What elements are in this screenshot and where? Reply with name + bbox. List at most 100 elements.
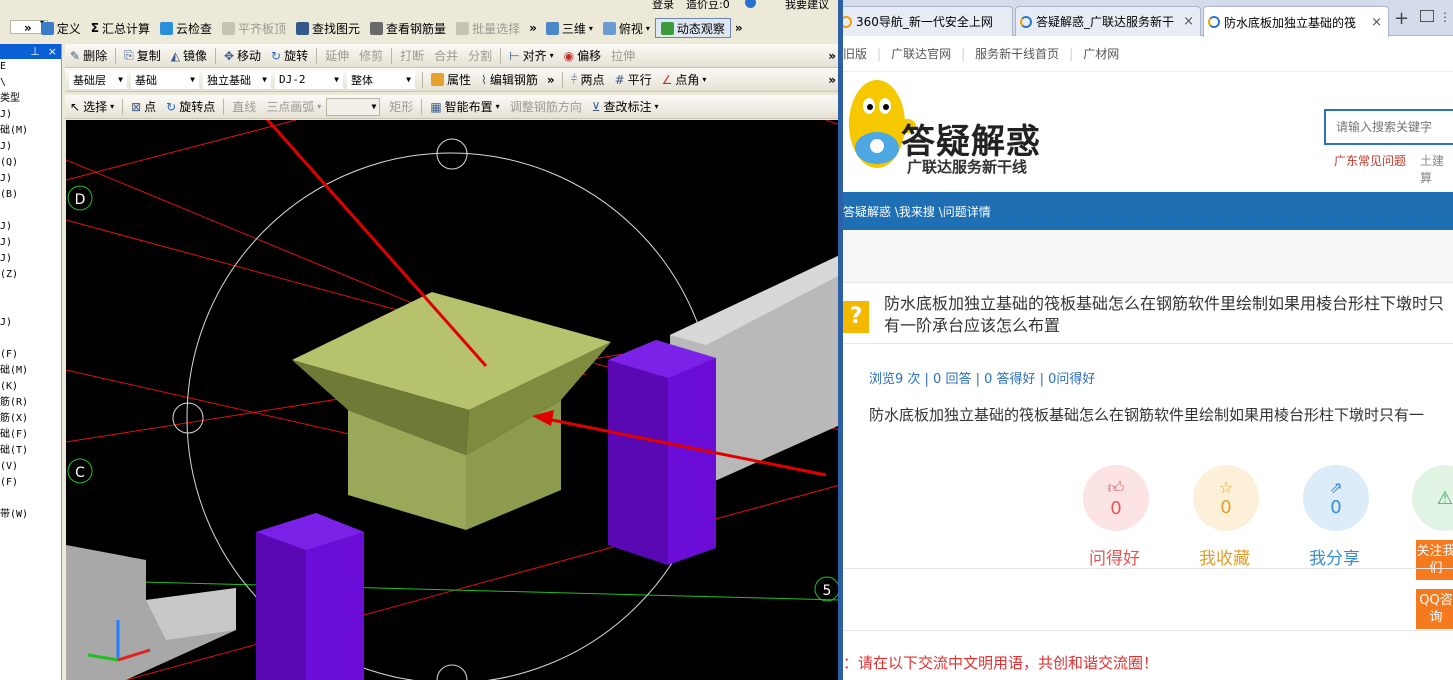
component-list-item[interactable] xyxy=(0,299,61,315)
adjust-dir-button[interactable]: 调整钢筋方向 xyxy=(505,97,587,117)
point-button[interactable]: ⊠ 点 xyxy=(126,97,161,117)
point-angle-button[interactable]: ∠ 点角 ▾ xyxy=(657,70,712,90)
component-list-item[interactable]: J) xyxy=(0,251,61,267)
component-list-item[interactable]: J) xyxy=(0,139,61,155)
extend-button[interactable]: 延伸 xyxy=(320,46,354,66)
hot-link-guangdong[interactable]: 广东常见问题 xyxy=(1334,152,1406,169)
component-list-item[interactable]: (Q) xyxy=(0,155,61,171)
component-list-item[interactable]: J) xyxy=(0,315,61,331)
flat-slab-button[interactable]: 平齐板顶 xyxy=(217,18,291,38)
parallel-button[interactable]: # 平行 xyxy=(610,70,657,90)
two-point-button[interactable]: ⫩ 两点 xyxy=(566,70,610,90)
search-input[interactable] xyxy=(1324,109,1453,145)
rotate-button[interactable]: ↻ 旋转 xyxy=(266,46,313,66)
edit-rebar-button[interactable]: ⌇ 编辑钢筋 xyxy=(476,70,543,90)
select-button[interactable]: ↖ 选择 ▾ xyxy=(65,97,119,117)
link-glodon[interactable]: 广联达官网 xyxy=(891,45,951,62)
qq-consult-button[interactable]: QQ咨询 xyxy=(1416,589,1453,629)
tab-360[interactable]: 360导航_新一代安全上网 xyxy=(843,6,1013,36)
stretch-button[interactable]: 拉伸 xyxy=(606,46,640,66)
orbit-handle-top[interactable] xyxy=(436,138,468,170)
component-list-item[interactable]: J) xyxy=(0,235,61,251)
offset-button[interactable]: ◉ 偏移 xyxy=(559,46,607,66)
component-list-item[interactable]: (F) xyxy=(0,347,61,363)
find-element-button[interactable]: 查找图元 xyxy=(291,18,365,38)
chevron-icon[interactable]: » xyxy=(20,21,36,35)
chevron-icon[interactable]: » xyxy=(525,21,541,35)
layer-select[interactable]: 基础层 ▼ xyxy=(69,70,127,89)
part-select[interactable]: 整体 ▼ xyxy=(347,70,415,89)
component-list-item[interactable]: J) xyxy=(0,171,61,187)
close-icon[interactable]: × xyxy=(48,45,57,58)
component-list-item[interactable] xyxy=(0,283,61,299)
mirror-button[interactable]: ◭ 镜像 xyxy=(166,46,212,66)
chevron-icon[interactable]: » xyxy=(731,21,747,35)
favorite-button[interactable]: ☆ 0 xyxy=(1193,465,1259,531)
arc-option-select[interactable]: ▼ xyxy=(326,97,381,116)
chevron-icon[interactable]: » xyxy=(543,73,559,87)
component-list-item[interactable]: (B) xyxy=(0,187,61,203)
smart-layout-button[interactable]: ▦ 智能布置 ▾ xyxy=(425,97,504,117)
component-list-item[interactable]: 筋(X) xyxy=(0,411,61,427)
link-service-home[interactable]: 服务新干线首页 xyxy=(975,45,1059,62)
cloud-check-button[interactable]: 云检查 xyxy=(155,18,217,38)
calc-button[interactable]: Σ 汇总计算 xyxy=(86,18,155,38)
new-tab-icon[interactable]: + xyxy=(1394,8,1409,29)
component-list-item[interactable]: 带(W) xyxy=(0,507,61,523)
orbit-handle-left[interactable] xyxy=(172,402,204,434)
component-list-item[interactable]: 础(T) xyxy=(0,443,61,459)
break-button[interactable]: 打断 xyxy=(395,46,429,66)
move-button[interactable]: ✥ 移动 xyxy=(219,46,266,66)
report-button[interactable]: ⚠ xyxy=(1412,465,1453,531)
component-list-item[interactable]: 础(F) xyxy=(0,427,61,443)
copy-button[interactable]: ⎘ 复制 xyxy=(119,46,166,66)
link-material[interactable]: 广材网 xyxy=(1083,45,1119,62)
share-button[interactable]: ⇗ 0 xyxy=(1303,465,1369,531)
define-button[interactable]: 定义 xyxy=(36,18,86,38)
menu-icon[interactable]: ⋮ xyxy=(1439,10,1451,24)
close-icon[interactable]: × xyxy=(1371,15,1382,30)
batch-select-button[interactable]: 批量选择 xyxy=(451,18,525,38)
breadcrumb[interactable]: 答疑解惑 \我来搜 \问题详情 xyxy=(843,203,991,220)
view-rebar-button[interactable]: 查看钢筋量 xyxy=(365,18,451,38)
component-list-item[interactable]: J) xyxy=(0,219,61,235)
name-select[interactable]: DJ-2 ▼ xyxy=(275,70,343,89)
trim-button[interactable]: 修剪 xyxy=(354,46,388,66)
align-button[interactable]: ⊢ 对齐 ▾ xyxy=(504,46,558,66)
properties-button[interactable]: 属性 xyxy=(426,70,476,90)
top-view-button[interactable]: 俯视 ▾ xyxy=(598,18,655,38)
tab-question[interactable]: 防水底板加独立基础的筏 × xyxy=(1203,6,1389,37)
split-button[interactable]: 分割 xyxy=(463,46,497,66)
check-label-button[interactable]: ⊻ 查改标注 ▾ xyxy=(587,97,664,117)
component-list-item[interactable]: \ xyxy=(0,75,61,91)
tab-dayi[interactable]: 答疑解惑_广联达服务新干 × xyxy=(1015,6,1201,36)
dynamic-view-button[interactable]: 动态观察 xyxy=(654,18,731,38)
follow-us-button[interactable]: 关注我们 xyxy=(1416,540,1453,580)
pin-icon[interactable]: ⊥ xyxy=(30,45,40,58)
component-list-item[interactable]: J) xyxy=(0,107,61,123)
category-select[interactable]: 基础 ▼ xyxy=(131,70,199,89)
orbit-handle-bottom[interactable] xyxy=(436,664,468,680)
component-list-item[interactable]: 础(M) xyxy=(0,363,61,379)
component-list-item[interactable] xyxy=(0,203,61,219)
line-button[interactable]: 直线 xyxy=(227,97,261,117)
rect-button[interactable]: 矩形 xyxy=(384,97,418,117)
component-list-item[interactable]: E xyxy=(0,59,61,75)
view-3d-button[interactable]: 三维 ▾ xyxy=(541,18,598,38)
like-button[interactable]: 👍︎ 0 xyxy=(1083,465,1149,531)
component-list-item[interactable]: (V) xyxy=(0,459,61,475)
component-list-item[interactable]: 类型 xyxy=(0,91,61,107)
login-link[interactable]: 登录 xyxy=(652,0,674,12)
component-list-item[interactable]: (F) xyxy=(0,475,61,491)
component-list-item[interactable] xyxy=(0,491,61,507)
arc3-button[interactable]: 三点画弧 ▾ xyxy=(261,97,326,117)
rotate-point-button[interactable]: ↻ 旋转点 xyxy=(161,97,220,117)
bell-icon[interactable] xyxy=(745,0,756,8)
type-select[interactable]: 独立基础 ▼ xyxy=(203,70,271,89)
link-old-version[interactable]: 旧版 xyxy=(843,45,867,62)
hot-link-tujian[interactable]: 土建算 xyxy=(1420,152,1453,186)
merge-button[interactable]: 合并 xyxy=(429,46,463,66)
component-list-item[interactable]: 础(M) xyxy=(0,123,61,139)
restore-window-icon[interactable] xyxy=(1420,10,1434,22)
component-list-item[interactable]: (Z) xyxy=(0,267,61,283)
